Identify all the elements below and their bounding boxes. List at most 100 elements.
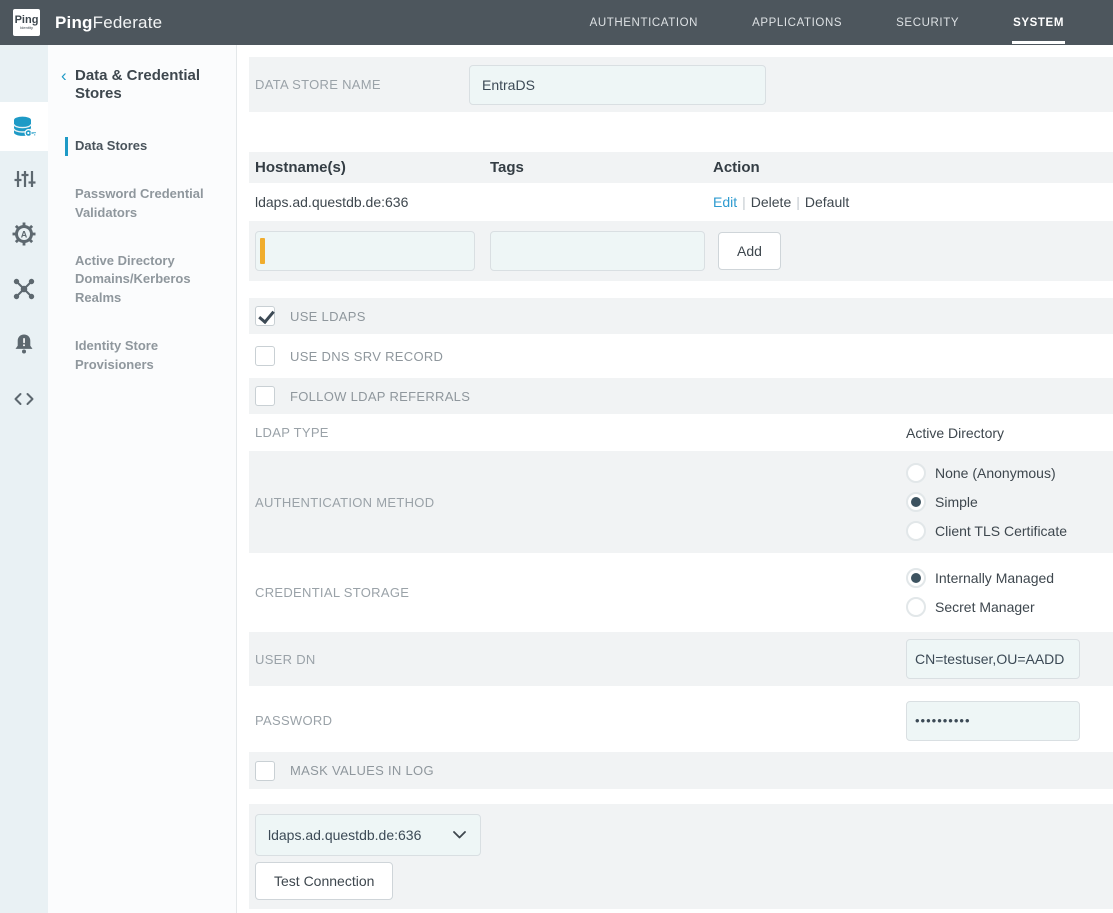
secondary-sidebar: ‹ Data & Credential Stores Data Stores P… bbox=[48, 45, 237, 913]
secret-manager-radio[interactable] bbox=[906, 597, 926, 617]
default-link[interactable]: Default bbox=[805, 194, 849, 210]
radio-option-client-tls-certificate[interactable]: Client TLS Certificate bbox=[906, 521, 1067, 541]
user-dn-label: USER DN bbox=[255, 652, 906, 667]
bell-alert-icon bbox=[12, 332, 36, 356]
client-tls-certificate-label: Client TLS Certificate bbox=[935, 523, 1067, 539]
rail-item-data-stores[interactable] bbox=[0, 102, 48, 151]
network-nodes-icon bbox=[12, 277, 36, 301]
top-navigation: AUTHENTICATION APPLICATIONS SECURITY SYS… bbox=[589, 0, 1065, 45]
ping-identity-logo: Ping Identity bbox=[13, 9, 40, 36]
use-ldaps-checkbox[interactable] bbox=[255, 306, 275, 326]
new-tags-field bbox=[490, 231, 705, 271]
authentication-method-row: AUTHENTICATION METHOD None (Anonymous) S… bbox=[249, 451, 1113, 553]
nav-system[interactable]: SYSTEM bbox=[1012, 2, 1065, 44]
credential-storage-options: Internally Managed Secret Manager bbox=[906, 568, 1054, 617]
none-anonymous-radio[interactable] bbox=[906, 463, 926, 483]
use-dns-srv-checkbox[interactable] bbox=[255, 346, 275, 366]
mask-values-label: MASK VALUES IN LOG bbox=[290, 763, 434, 778]
database-key-icon bbox=[11, 114, 37, 140]
data-store-name-input[interactable] bbox=[469, 65, 766, 105]
mask-values-checkbox[interactable] bbox=[255, 761, 275, 781]
ldap-type-value: Active Directory bbox=[906, 425, 1004, 441]
rail-spacer bbox=[0, 45, 48, 102]
internally-managed-radio[interactable] bbox=[906, 568, 926, 588]
test-connection-button[interactable]: Test Connection bbox=[255, 862, 393, 900]
secret-manager-label: Secret Manager bbox=[935, 599, 1035, 615]
delete-link[interactable]: Delete bbox=[751, 194, 791, 210]
action-separator: | bbox=[737, 194, 751, 210]
chevron-down-icon bbox=[453, 831, 466, 839]
follow-referrals-row: FOLLOW LDAP REFERRALS bbox=[249, 378, 1113, 414]
use-dns-srv-label: USE DNS SRV RECORD bbox=[290, 349, 443, 364]
rail-item-external-systems[interactable] bbox=[0, 261, 48, 316]
main-content: DATA STORE NAME Hostname(s) Tags Action … bbox=[237, 45, 1113, 913]
simple-label: Simple bbox=[935, 494, 978, 510]
subnav-header: ‹ Data & Credential Stores bbox=[48, 67, 236, 103]
nav-authentication[interactable]: AUTHENTICATION bbox=[589, 2, 700, 44]
hostname-column-header: Hostname(s) bbox=[249, 159, 490, 176]
password-label: PASSWORD bbox=[255, 713, 906, 728]
tags-column-header: Tags bbox=[490, 159, 713, 176]
subnav-title: Data & Credential Stores bbox=[75, 67, 215, 103]
new-hostname-field bbox=[255, 231, 475, 271]
use-dns-srv-row: USE DNS SRV RECORD bbox=[249, 338, 1113, 374]
nav-applications[interactable]: APPLICATIONS bbox=[751, 2, 843, 44]
app-title-light: Federate bbox=[93, 13, 163, 32]
client-tls-certificate-radio[interactable] bbox=[906, 521, 926, 541]
new-hostname-input[interactable] bbox=[265, 232, 474, 270]
authentication-method-label: AUTHENTICATION METHOD bbox=[255, 495, 906, 510]
radio-option-none-anonymous[interactable]: None (Anonymous) bbox=[906, 463, 1067, 483]
sidebar-item-ad-domains-kerberos-realms[interactable]: Active Directory Domains/Kerberos Realms bbox=[48, 252, 236, 309]
user-dn-row: USER DN bbox=[249, 632, 1113, 686]
ldap-type-label: LDAP TYPE bbox=[255, 425, 906, 440]
password-input[interactable] bbox=[906, 701, 1080, 741]
action-column-header: Action bbox=[713, 159, 1113, 176]
sidebar-item-password-credential-validators[interactable]: Password Credential Validators bbox=[48, 185, 236, 223]
add-button[interactable]: Add bbox=[718, 232, 781, 270]
rail-item-admin-settings[interactable]: A bbox=[0, 206, 48, 261]
ldap-type-row: LDAP TYPE Active Directory bbox=[249, 415, 1113, 450]
internally-managed-label: Internally Managed bbox=[935, 570, 1054, 586]
subnav-items: Data Stores Password Credential Validato… bbox=[48, 137, 236, 375]
data-store-name-label: DATA STORE NAME bbox=[255, 77, 469, 92]
credential-storage-label: CREDENTIAL STORAGE bbox=[255, 585, 906, 600]
sidebar-item-data-stores[interactable]: Data Stores bbox=[65, 137, 236, 156]
authentication-method-options: None (Anonymous) Simple Client TLS Certi… bbox=[906, 463, 1067, 541]
radio-option-internally-managed[interactable]: Internally Managed bbox=[906, 568, 1054, 588]
sliders-icon bbox=[12, 167, 36, 191]
rail-item-developer-tools[interactable] bbox=[0, 371, 48, 426]
follow-referrals-checkbox[interactable] bbox=[255, 386, 275, 406]
use-ldaps-label: USE LDAPS bbox=[290, 309, 366, 324]
use-ldaps-row: USE LDAPS bbox=[249, 298, 1113, 334]
code-brackets-icon bbox=[12, 387, 36, 411]
data-store-name-row: DATA STORE NAME bbox=[249, 57, 1113, 112]
rail-item-server-configuration[interactable] bbox=[0, 151, 48, 206]
nav-security[interactable]: SECURITY bbox=[895, 2, 960, 44]
row-actions: Edit|Delete|Default bbox=[713, 194, 1113, 210]
edit-link[interactable]: Edit bbox=[713, 194, 737, 210]
logo-text: Ping bbox=[15, 15, 39, 25]
password-row: PASSWORD bbox=[249, 691, 1113, 750]
mask-values-row: MASK VALUES IN LOG bbox=[249, 752, 1113, 789]
new-tags-input[interactable] bbox=[491, 232, 704, 270]
hostname-cell: ldaps.ad.questdb.de:636 bbox=[249, 194, 490, 210]
rail-item-notifications[interactable] bbox=[0, 316, 48, 371]
hostname-select-value: ldaps.ad.questdb.de:636 bbox=[256, 827, 453, 843]
hostname-select[interactable]: ldaps.ad.questdb.de:636 bbox=[255, 814, 481, 856]
action-separator: | bbox=[791, 194, 805, 210]
hostname-table-row: ldaps.ad.questdb.de:636 Edit|Delete|Defa… bbox=[249, 183, 1113, 221]
none-anonymous-label: None (Anonymous) bbox=[935, 465, 1056, 481]
sidebar-item-identity-store-provisioners[interactable]: Identity Store Provisioners bbox=[48, 337, 236, 375]
app-title-bold: Ping bbox=[55, 13, 93, 32]
radio-option-secret-manager[interactable]: Secret Manager bbox=[906, 597, 1054, 617]
radio-option-simple[interactable]: Simple bbox=[906, 492, 1067, 512]
credential-storage-row: CREDENTIAL STORAGE Internally Managed Se… bbox=[249, 556, 1113, 629]
back-chevron-icon[interactable]: ‹ bbox=[61, 67, 75, 103]
hostname-table-header: Hostname(s) Tags Action bbox=[249, 152, 1113, 183]
logo-subtext: Identity bbox=[20, 25, 33, 30]
user-dn-input[interactable] bbox=[906, 639, 1080, 679]
app-header: Ping Identity PingFederate AUTHENTICATIO… bbox=[0, 0, 1113, 45]
simple-radio[interactable] bbox=[906, 492, 926, 512]
gear-a-icon: A bbox=[11, 221, 37, 247]
svg-text:A: A bbox=[21, 229, 28, 239]
